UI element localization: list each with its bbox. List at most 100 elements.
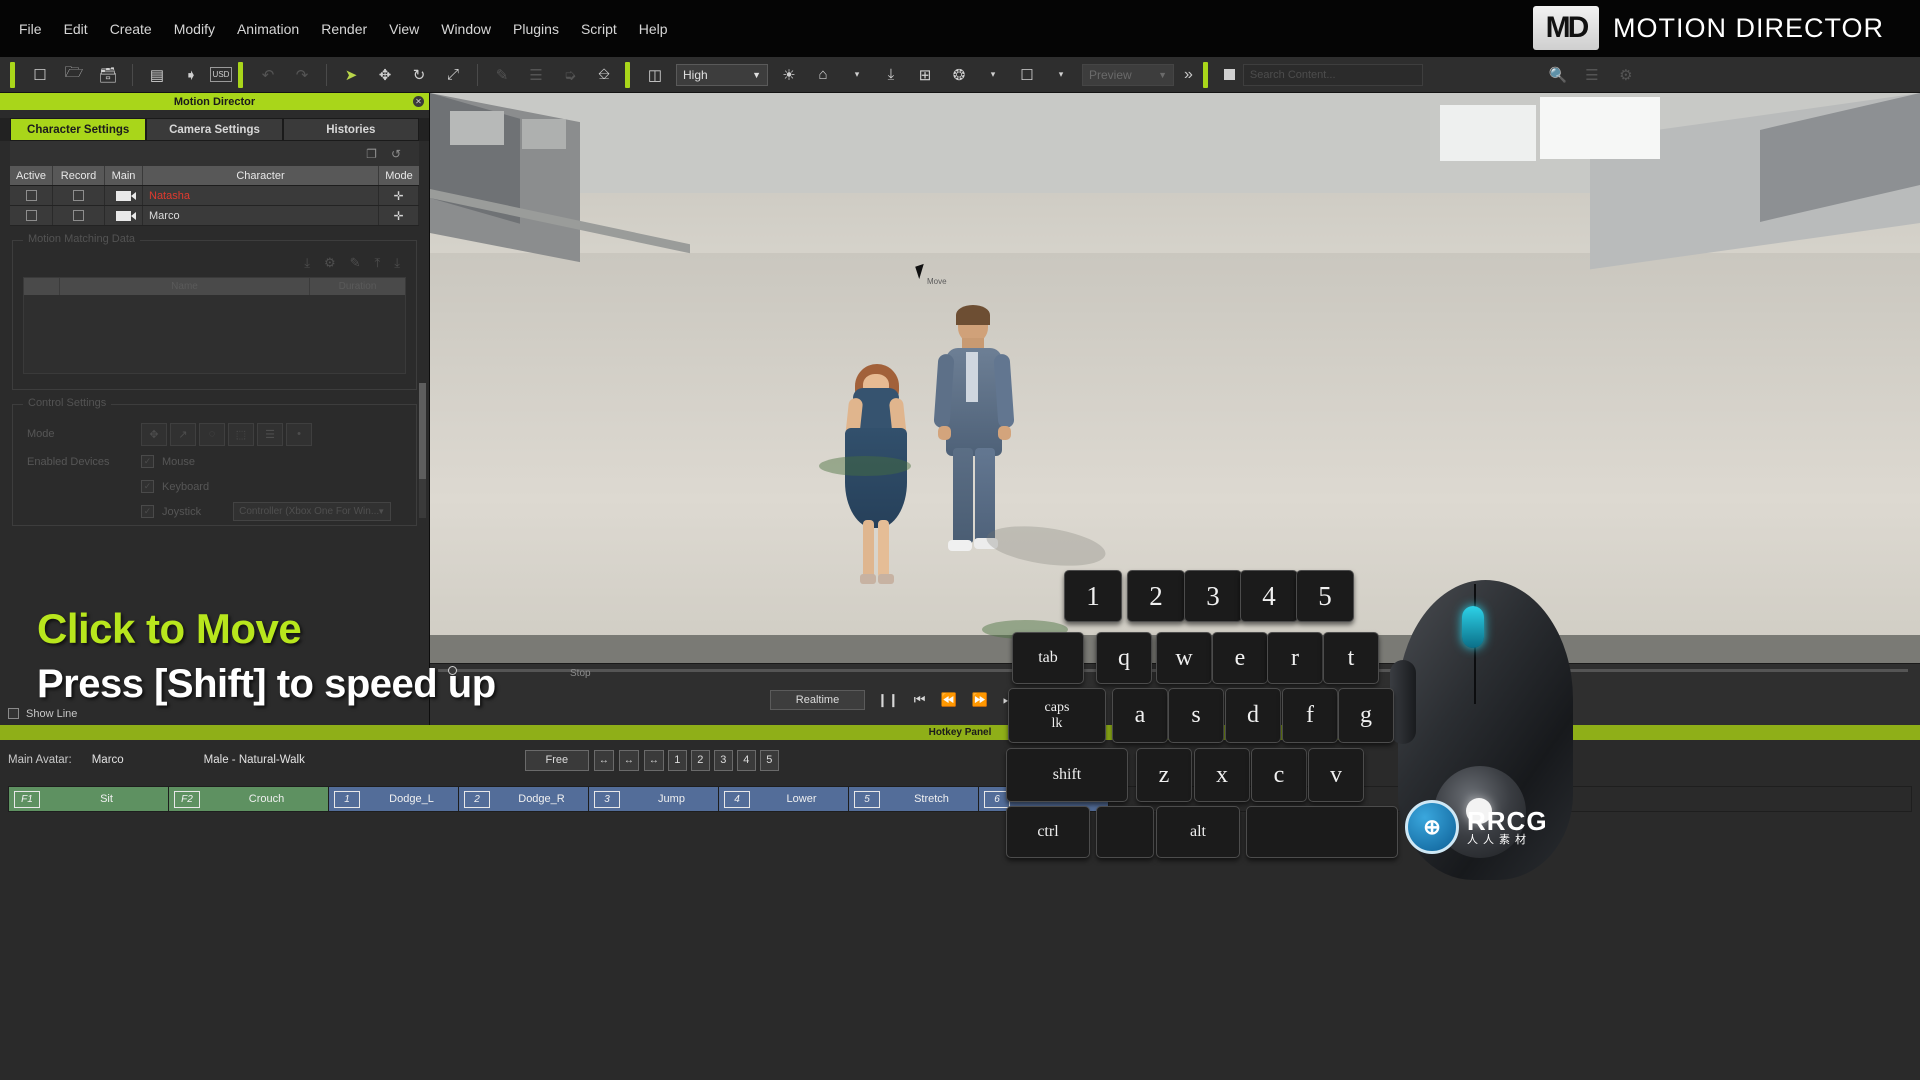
menu-item-edit[interactable]: Edit bbox=[53, 17, 99, 41]
mode-point-icon[interactable]: • bbox=[286, 423, 312, 446]
mode-track-icon[interactable]: ☰ bbox=[257, 423, 283, 446]
mode-target-icon[interactable]: ⬚ bbox=[228, 423, 254, 446]
menu-item-view[interactable]: View bbox=[378, 17, 430, 41]
viewport-layout-icon[interactable]: ◫ bbox=[640, 61, 670, 89]
keyboard-key-f[interactable]: f bbox=[1282, 688, 1338, 743]
keyboard-key-c[interactable]: c bbox=[1251, 748, 1307, 802]
keyboard-key-1[interactable]: 1 bbox=[1064, 570, 1122, 622]
slot-5-button[interactable]: 5 bbox=[760, 750, 779, 771]
mode-free-button[interactable]: Free bbox=[525, 750, 589, 771]
keyboard-key-shift[interactable]: shift bbox=[1006, 748, 1128, 802]
keyboard-key-t[interactable]: t bbox=[1323, 632, 1379, 684]
slot-1-button[interactable]: 1 bbox=[668, 750, 687, 771]
chevron-down-small-icon[interactable]: ▾ bbox=[842, 61, 872, 89]
record-checkbox-cell[interactable] bbox=[53, 206, 105, 225]
mode-cell[interactable]: ✛ bbox=[379, 206, 419, 225]
tab-character-settings[interactable]: Character Settings bbox=[10, 118, 146, 141]
speed-fast-icon[interactable]: ↔ bbox=[644, 750, 664, 771]
keyboard-key-x[interactable]: x bbox=[1194, 748, 1250, 802]
record-checkbox-cell[interactable] bbox=[53, 186, 105, 205]
keyboard-key-5[interactable]: 5 bbox=[1296, 570, 1354, 622]
active-checkbox[interactable] bbox=[26, 190, 37, 201]
chevron-down-small-icon-2[interactable]: ▾ bbox=[978, 61, 1008, 89]
keyboard-checkbox[interactable]: ✓ bbox=[141, 480, 154, 493]
tab-histories[interactable]: Histories bbox=[283, 118, 419, 141]
reset-icon[interactable]: ↺ bbox=[391, 147, 401, 161]
render-icon[interactable]: ☐ bbox=[1012, 61, 1042, 89]
hotkey-dodge_r[interactable]: 2Dodge_R bbox=[459, 787, 589, 811]
keyboard-key-e[interactable]: e bbox=[1212, 632, 1268, 684]
hotkey-dodge_l[interactable]: 1Dodge_L bbox=[329, 787, 459, 811]
menu-item-window[interactable]: Window bbox=[430, 17, 502, 41]
camera-attach-icon[interactable]: ⎒ bbox=[589, 61, 619, 89]
move-icon[interactable]: ✥ bbox=[370, 61, 400, 89]
hotkey-sit[interactable]: F1Sit bbox=[9, 787, 169, 811]
record-checkbox[interactable] bbox=[73, 210, 84, 221]
keyboard-key-s[interactable]: s bbox=[1168, 688, 1224, 743]
menu-item-create[interactable]: Create bbox=[99, 17, 163, 41]
main-camera-cell[interactable] bbox=[105, 206, 143, 225]
active-checkbox[interactable] bbox=[26, 210, 37, 221]
link-icon[interactable]: ➭ bbox=[555, 61, 585, 89]
add-motion-icon[interactable]: ⤓ bbox=[304, 255, 310, 271]
speed-slow-icon[interactable]: ↔ bbox=[594, 750, 614, 771]
record-stop-icon[interactable] bbox=[1224, 69, 1235, 80]
table-row[interactable]: Marco✛ bbox=[10, 206, 419, 226]
save-icon[interactable]: 🗃 bbox=[93, 61, 123, 89]
hotkey-crouch[interactable]: F2Crouch bbox=[169, 787, 329, 811]
main-camera-cell[interactable] bbox=[105, 186, 143, 205]
search-input[interactable]: Search Content... bbox=[1243, 64, 1423, 86]
active-checkbox-cell[interactable] bbox=[10, 206, 53, 225]
record-checkbox[interactable] bbox=[73, 190, 84, 201]
keyboard-key-ctrl[interactable]: ctrl bbox=[1006, 806, 1090, 858]
home-icon[interactable]: ⌂ bbox=[808, 61, 838, 89]
redo-icon[interactable]: ↷ bbox=[287, 61, 317, 89]
pause-button[interactable]: ❙❙ bbox=[874, 692, 902, 708]
character-name-cell[interactable]: Marco bbox=[143, 206, 379, 225]
menu-item-help[interactable]: Help bbox=[628, 17, 679, 41]
filter-icon[interactable]: ☰ bbox=[1577, 61, 1607, 89]
down-icon[interactable]: ⤓ bbox=[394, 255, 400, 271]
keyboard-key-q[interactable]: q bbox=[1096, 632, 1152, 684]
keyboard-key-blank-4-1[interactable] bbox=[1096, 806, 1154, 858]
settings-icon[interactable]: ⚙ bbox=[1611, 61, 1641, 89]
keyboard-key-a[interactable]: a bbox=[1112, 688, 1168, 743]
menu-item-modify[interactable]: Modify bbox=[163, 17, 226, 41]
align-icon[interactable]: ☰ bbox=[521, 61, 551, 89]
close-icon[interactable]: ✕ bbox=[413, 96, 424, 107]
keyboard-key-g[interactable]: g bbox=[1338, 688, 1394, 743]
slot-3-button[interactable]: 3 bbox=[714, 750, 733, 771]
character-name-cell[interactable]: Natasha bbox=[143, 186, 379, 205]
keyboard-key-caps-lk[interactable]: capslk bbox=[1008, 688, 1106, 743]
export-usd-icon[interactable]: USD bbox=[210, 67, 232, 82]
open-icon[interactable]: 🗁 bbox=[59, 61, 89, 89]
mouse-checkbox[interactable]: ✓ bbox=[141, 455, 154, 468]
brush-icon[interactable]: ✎ bbox=[487, 61, 517, 89]
keyboard-key-blank-4-3[interactable] bbox=[1246, 806, 1398, 858]
table-row[interactable]: Natasha✛ bbox=[10, 186, 419, 206]
active-checkbox-cell[interactable] bbox=[10, 186, 53, 205]
ground-icon[interactable]: ⤓ bbox=[876, 61, 906, 89]
controller-select[interactable]: Controller (Xbox One For Win... ▼ bbox=[233, 502, 391, 521]
keyboard-key-z[interactable]: z bbox=[1136, 748, 1192, 802]
slot-4-button[interactable]: 4 bbox=[737, 750, 756, 771]
speed-mid-icon[interactable]: ↔ bbox=[619, 750, 639, 771]
tab-camera-settings[interactable]: Camera Settings bbox=[146, 118, 282, 141]
menu-item-plugins[interactable]: Plugins bbox=[502, 17, 570, 41]
up-icon[interactable]: ⤒ bbox=[375, 255, 381, 271]
toolbar-overflow-button[interactable]: » bbox=[1178, 66, 1199, 84]
ibl-icon[interactable]: ❂ bbox=[944, 61, 974, 89]
rotate-icon[interactable]: ↻ bbox=[404, 61, 434, 89]
next-frame-button[interactable]: ⏩ bbox=[969, 692, 991, 708]
keyboard-key-tab[interactable]: tab bbox=[1012, 632, 1084, 684]
realtime-button[interactable]: Realtime bbox=[770, 690, 865, 710]
search-icon[interactable]: 🔍 bbox=[1543, 61, 1573, 89]
new-icon[interactable]: ☐ bbox=[25, 61, 55, 89]
keyboard-key-3[interactable]: 3 bbox=[1184, 570, 1242, 622]
keyboard-key-r[interactable]: r bbox=[1267, 632, 1323, 684]
export-icon[interactable]: ▤ bbox=[142, 61, 172, 89]
undo-icon[interactable]: ↶ bbox=[253, 61, 283, 89]
keyboard-key-2[interactable]: 2 bbox=[1127, 570, 1185, 622]
mode-orbit-icon[interactable]: ◌ bbox=[199, 423, 225, 446]
menu-item-file[interactable]: File bbox=[8, 17, 53, 41]
